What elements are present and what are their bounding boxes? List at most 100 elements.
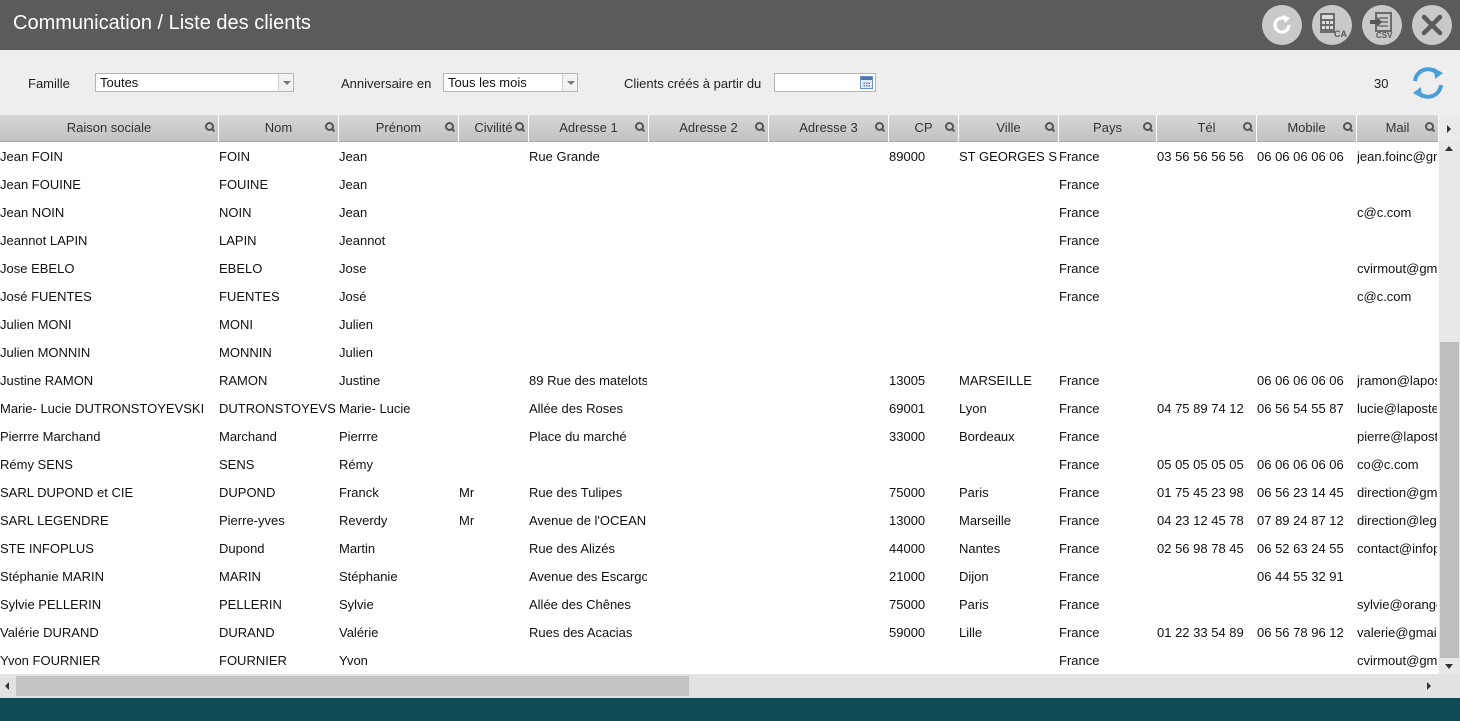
search-icon[interactable] bbox=[1243, 122, 1253, 132]
table-row[interactable]: Jean NOIN NOIN Jean France c@c.com bbox=[0, 198, 1439, 226]
close-button[interactable] bbox=[1412, 5, 1452, 45]
cell-raison-sociale: Justine RAMON bbox=[0, 373, 94, 388]
cell-adresse-2 bbox=[649, 205, 767, 221]
calculator-icon: CA bbox=[1320, 13, 1347, 39]
table-row[interactable]: Julien MONI MONI Julien bbox=[0, 310, 1439, 338]
table-row[interactable]: SARL DUPOND et CIE DUPOND Franck Mr Rue des … bbox=[0, 478, 1439, 506]
scroll-right-icon[interactable] bbox=[1439, 115, 1460, 142]
calculator-button[interactable]: CA bbox=[1312, 5, 1352, 45]
column-header-adresse-1[interactable]: Adresse 1 bbox=[529, 115, 649, 142]
date-input[interactable] bbox=[774, 73, 876, 92]
horizontal-scrollbar[interactable] bbox=[0, 674, 1460, 698]
table-row[interactable]: Marie- Lucie DUTRONSTOYEVSKI DUTRONSTOYEV… bbox=[0, 394, 1439, 422]
cell-ville bbox=[959, 345, 1057, 361]
title-bar: Communication / Liste des clients CA CSV bbox=[0, 0, 1460, 50]
search-icon[interactable] bbox=[445, 122, 455, 132]
cell-nom: FOIN bbox=[219, 149, 251, 164]
table-row[interactable]: Yvon FOURNIER FOURNIER Yvon France cvirmout@… bbox=[0, 646, 1439, 674]
table-row[interactable]: Justine RAMON RAMON Justine 89 Rue des mate… bbox=[0, 366, 1439, 394]
cell-tel bbox=[1157, 205, 1255, 221]
chevron-down-icon[interactable] bbox=[562, 74, 577, 91]
cell-prenom: Franck bbox=[339, 485, 379, 500]
search-icon[interactable] bbox=[1143, 122, 1153, 132]
scroll-left-icon[interactable] bbox=[0, 674, 16, 698]
chevron-down-icon[interactable] bbox=[278, 74, 293, 91]
close-icon bbox=[1421, 14, 1443, 36]
cell-civilite bbox=[459, 205, 527, 221]
table-row[interactable]: Julien MONNIN MONNIN Julien bbox=[0, 338, 1439, 366]
cell-adresse-1 bbox=[529, 457, 647, 473]
column-header-mail[interactable]: Mail bbox=[1357, 115, 1439, 142]
cell-mail: jramon@lapos bbox=[1357, 373, 1437, 388]
scroll-right-icon[interactable] bbox=[1421, 674, 1437, 698]
cell-tel bbox=[1157, 261, 1255, 277]
column-header-label: Mobile bbox=[1287, 120, 1326, 135]
table-row[interactable]: SARL LEGENDRE Pierre-yves Reverdy Mr Avenue … bbox=[0, 506, 1439, 534]
search-icon[interactable] bbox=[205, 122, 215, 132]
cell-adresse-2 bbox=[649, 653, 767, 669]
search-icon[interactable] bbox=[1343, 122, 1353, 132]
cell-ville: Bordeaux bbox=[959, 429, 1015, 444]
famille-select[interactable]: Toutes bbox=[95, 73, 294, 92]
search-icon[interactable] bbox=[1045, 122, 1055, 132]
export-csv-button[interactable]: CSV bbox=[1362, 5, 1402, 45]
cell-tel: 04 75 89 74 12 bbox=[1157, 401, 1244, 416]
vertical-scrollbar[interactable] bbox=[1439, 142, 1460, 674]
calendar-icon[interactable] bbox=[860, 76, 873, 89]
table-row[interactable]: STE INFOPLUS Dupond Martin Rue des Alizés 44… bbox=[0, 534, 1439, 562]
column-header-cp[interactable]: CP bbox=[889, 115, 959, 142]
column-header-adresse-3[interactable]: Adresse 3 bbox=[769, 115, 889, 142]
refresh-button[interactable] bbox=[1262, 5, 1302, 45]
column-header-raison-sociale[interactable]: Raison sociale bbox=[0, 115, 219, 142]
search-icon[interactable] bbox=[755, 122, 765, 132]
cell-pays: France bbox=[1059, 513, 1100, 528]
cell-civilite bbox=[459, 177, 527, 193]
table-row[interactable]: Jose EBELO EBELO Jose France cvirmout@gma bbox=[0, 254, 1439, 282]
cell-civilite bbox=[459, 429, 527, 445]
horizontal-scroll-thumb[interactable] bbox=[16, 676, 689, 696]
scroll-up-icon[interactable] bbox=[1439, 142, 1460, 156]
search-icon[interactable] bbox=[875, 122, 885, 132]
cell-mail: cvirmout@gma bbox=[1357, 261, 1437, 276]
cell-tel bbox=[1157, 289, 1255, 305]
column-header-label: Civilité bbox=[474, 120, 513, 135]
table-row[interactable]: Valérie DURAND DURAND Valérie Rues des Acac… bbox=[0, 618, 1439, 646]
cell-tel bbox=[1157, 429, 1255, 445]
reload-button[interactable] bbox=[1409, 65, 1447, 101]
table-row[interactable]: Jeannot LAPIN LAPIN Jeannot France bbox=[0, 226, 1439, 254]
column-header-pays[interactable]: Pays bbox=[1059, 115, 1157, 142]
table-row[interactable]: Stéphanie MARIN MARIN Stéphanie Avenue des … bbox=[0, 562, 1439, 590]
cell-raison-sociale: José FUENTES bbox=[0, 289, 92, 304]
column-header-adresse-2[interactable]: Adresse 2 bbox=[649, 115, 769, 142]
table-row[interactable]: Rémy SENS SENS Rémy France 05 05 05 05 05 06 … bbox=[0, 450, 1439, 478]
table-row[interactable]: José FUENTES FUENTES José France c@c.com bbox=[0, 282, 1439, 310]
table-row[interactable]: Jean FOUINE FOUINE Jean France bbox=[0, 170, 1439, 198]
anniversaire-select[interactable]: Tous les mois bbox=[443, 73, 578, 92]
column-header-civilite[interactable]: Civilité bbox=[459, 115, 529, 142]
vertical-scroll-thumb[interactable] bbox=[1440, 342, 1459, 658]
search-icon[interactable] bbox=[325, 122, 335, 132]
cell-civilite bbox=[459, 373, 527, 389]
column-header-mobile[interactable]: Mobile bbox=[1257, 115, 1357, 142]
cell-pays: France bbox=[1059, 569, 1100, 584]
search-icon[interactable] bbox=[945, 122, 955, 132]
cell-adresse-3 bbox=[769, 317, 887, 333]
table-row[interactable]: Jean FOIN FOIN Jean Rue Grande 89000 ST GEORG… bbox=[0, 142, 1439, 170]
cell-nom: FOURNIER bbox=[219, 653, 287, 668]
cell-prenom: Valérie bbox=[339, 625, 379, 640]
cell-mail: jean.foinc@gm bbox=[1357, 149, 1437, 164]
column-header-nom[interactable]: Nom bbox=[219, 115, 339, 142]
search-icon[interactable] bbox=[515, 122, 525, 132]
cell-cp bbox=[889, 457, 957, 473]
cell-mail: co@c.com bbox=[1357, 457, 1419, 472]
search-icon[interactable] bbox=[1425, 122, 1435, 132]
scroll-down-icon[interactable] bbox=[1439, 660, 1460, 674]
cell-adresse-1 bbox=[529, 289, 647, 305]
cell-cp: 13000 bbox=[889, 513, 926, 528]
table-row[interactable]: Pierrre Marchand Marchand Pierrre Place du … bbox=[0, 422, 1439, 450]
column-header-tel[interactable]: Tél bbox=[1157, 115, 1257, 142]
search-icon[interactable] bbox=[635, 122, 645, 132]
column-header-prenom[interactable]: Prénom bbox=[339, 115, 459, 142]
column-header-ville[interactable]: Ville bbox=[959, 115, 1059, 142]
table-row[interactable]: Sylvie PELLERIN PELLERIN Sylvie Allée des C… bbox=[0, 590, 1439, 618]
